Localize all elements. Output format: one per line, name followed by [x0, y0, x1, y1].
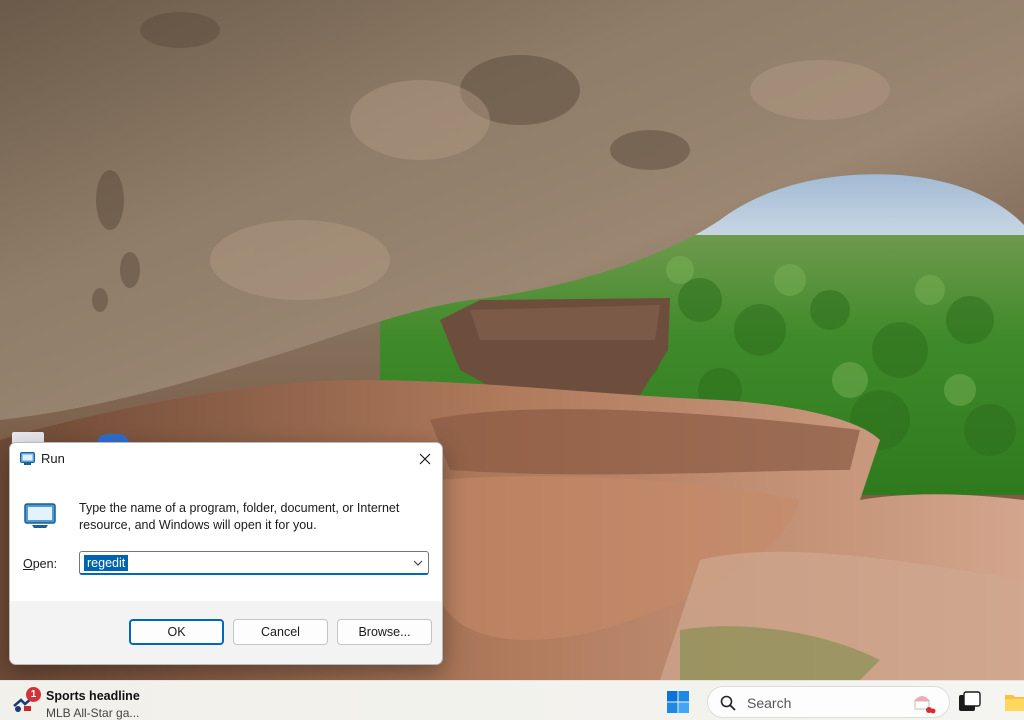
task-view-icon[interactable]	[958, 691, 982, 713]
notification-badge: 1	[26, 687, 41, 702]
search-highlight-icon	[914, 696, 936, 714]
widget-subtitle: MLB All-Star ga...	[46, 706, 140, 720]
run-dialog-footer: OK Cancel Browse...	[10, 601, 442, 664]
run-dialog-title: Run	[41, 451, 65, 466]
search-icon	[720, 695, 736, 711]
windows-start-icon[interactable]	[666, 690, 690, 714]
search-placeholder: Search	[747, 695, 792, 711]
run-dialog: Run Type the name of a program, folder, …	[9, 442, 443, 665]
run-app-icon	[20, 452, 35, 465]
open-label-rest: pen:	[32, 557, 58, 571]
close-button[interactable]	[408, 443, 442, 475]
open-input-value[interactable]: regedit	[84, 555, 129, 571]
open-label: Open:	[23, 557, 57, 571]
ok-button[interactable]: OK	[129, 619, 224, 645]
chevron-down-icon[interactable]	[412, 557, 424, 569]
cancel-button[interactable]: Cancel	[233, 619, 328, 645]
browse-button[interactable]: Browse...	[337, 619, 432, 645]
taskbar: 1 Sports headline MLB All-Star ga... Sea…	[0, 680, 1024, 720]
widget-title: Sports headline	[46, 689, 140, 703]
open-combobox[interactable]: regedit	[79, 551, 429, 575]
taskbar-search-box[interactable]: Search	[707, 686, 950, 718]
file-explorer-icon[interactable]	[1004, 691, 1024, 713]
run-dialog-body: Type the name of a program, folder, docu…	[10, 475, 442, 601]
widgets-button[interactable]: 1 Sports headline MLB All-Star ga...	[10, 684, 170, 720]
run-dialog-titlebar[interactable]: Run	[10, 443, 442, 475]
run-description: Type the name of a program, folder, docu…	[79, 501, 400, 532]
open-label-accelerator: O	[23, 557, 33, 571]
run-program-icon	[24, 503, 56, 528]
close-icon	[419, 453, 431, 465]
